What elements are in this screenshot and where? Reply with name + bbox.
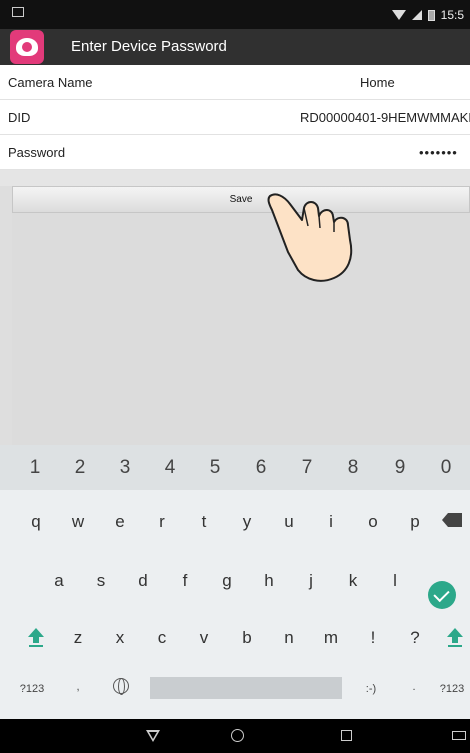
key-h[interactable]: h xyxy=(254,571,284,591)
device-form: Camera Name Home DID RD00000401-9HEMWMMA… xyxy=(0,65,470,170)
battery-icon xyxy=(427,9,435,21)
number-row: 1 2 3 4 5 6 7 8 9 0 xyxy=(0,445,470,490)
backspace-icon[interactable] xyxy=(442,513,462,527)
did-field[interactable]: RD00000401-9HEMWMMAKL xyxy=(300,110,470,125)
key-o[interactable]: o xyxy=(358,512,388,532)
screenshot-icon xyxy=(12,7,24,17)
symbols-key-left[interactable]: ?123 xyxy=(12,683,52,695)
key-c[interactable]: c xyxy=(147,628,177,648)
key-t[interactable]: t xyxy=(189,512,219,532)
key-w[interactable]: w xyxy=(63,512,93,532)
home-circle-icon[interactable] xyxy=(231,729,244,742)
key-l[interactable]: l xyxy=(380,571,410,591)
content-area xyxy=(12,213,470,445)
key-y[interactable]: y xyxy=(232,512,262,532)
symbols-key-right[interactable]: ?123 xyxy=(432,683,470,695)
key-comma[interactable]: , xyxy=(63,681,93,693)
key-m[interactable]: m xyxy=(316,628,346,648)
status-bar: 15:5 xyxy=(0,0,470,29)
key-4[interactable]: 4 xyxy=(155,457,185,479)
did-row[interactable]: DID RD00000401-9HEMWMMAKL xyxy=(0,100,470,135)
key-k[interactable]: k xyxy=(338,571,368,591)
key-a[interactable]: a xyxy=(44,571,74,591)
key-question[interactable]: ? xyxy=(400,628,430,648)
shift-icon[interactable] xyxy=(444,625,466,647)
key-u[interactable]: u xyxy=(274,512,304,532)
key-1[interactable]: 1 xyxy=(20,457,50,479)
divider xyxy=(0,170,470,186)
emoji-key[interactable]: :-) xyxy=(356,683,386,695)
key-f[interactable]: f xyxy=(170,571,200,591)
key-period[interactable]: . xyxy=(399,681,429,693)
pointing-hand-icon xyxy=(267,193,353,282)
keyboard-icon[interactable] xyxy=(452,731,466,740)
password-field[interactable]: ••••••• xyxy=(419,145,458,160)
key-exclaim[interactable]: ! xyxy=(358,628,388,648)
key-n[interactable]: n xyxy=(274,628,304,648)
globe-icon[interactable] xyxy=(113,678,129,695)
key-e[interactable]: e xyxy=(105,512,135,532)
key-r[interactable]: r xyxy=(147,512,177,532)
camera-name-field[interactable]: Home xyxy=(360,75,395,90)
key-2[interactable]: 2 xyxy=(65,457,95,479)
key-b[interactable]: b xyxy=(232,628,262,648)
space-bar[interactable] xyxy=(150,677,342,699)
key-8[interactable]: 8 xyxy=(338,457,368,479)
signal-icon xyxy=(411,10,422,20)
camera-name-label: Camera Name xyxy=(8,75,93,90)
back-triangle-icon[interactable] xyxy=(146,730,160,742)
recent-square-icon[interactable] xyxy=(341,730,352,741)
key-z[interactable]: z xyxy=(63,628,93,648)
app-bar: Enter Device Password xyxy=(0,29,470,65)
key-3[interactable]: 3 xyxy=(110,457,140,479)
did-label: DID xyxy=(8,110,31,125)
save-button[interactable]: Save xyxy=(12,186,470,213)
soft-keyboard: 1 2 3 4 5 6 7 8 9 0 q w e r t y u i o p … xyxy=(0,445,470,719)
system-nav-bar xyxy=(0,719,470,753)
key-7[interactable]: 7 xyxy=(292,457,322,479)
shift-icon[interactable] xyxy=(25,625,47,647)
password-label: Password xyxy=(8,145,66,160)
key-i[interactable]: i xyxy=(316,512,346,532)
key-s[interactable]: s xyxy=(86,571,116,591)
key-d[interactable]: d xyxy=(128,571,158,591)
key-x[interactable]: x xyxy=(105,628,135,648)
key-0[interactable]: 0 xyxy=(431,457,461,479)
camera-name-row[interactable]: Camera Name Home xyxy=(0,65,470,100)
key-j[interactable]: j xyxy=(296,571,326,591)
key-9[interactable]: 9 xyxy=(385,457,415,479)
key-6[interactable]: 6 xyxy=(246,457,276,479)
key-q[interactable]: q xyxy=(21,512,51,532)
key-g[interactable]: g xyxy=(212,571,242,591)
page-title: Enter Device Password xyxy=(71,38,227,55)
key-p[interactable]: p xyxy=(400,512,430,532)
check-icon[interactable] xyxy=(428,581,456,609)
password-row[interactable]: Password ••••••• xyxy=(0,135,470,170)
wifi-icon xyxy=(391,10,406,20)
key-5[interactable]: 5 xyxy=(200,457,230,479)
status-icons: 15:5 xyxy=(391,8,464,22)
key-v[interactable]: v xyxy=(189,628,219,648)
status-time: 15:5 xyxy=(440,8,464,22)
app-logo-icon[interactable] xyxy=(10,30,44,64)
